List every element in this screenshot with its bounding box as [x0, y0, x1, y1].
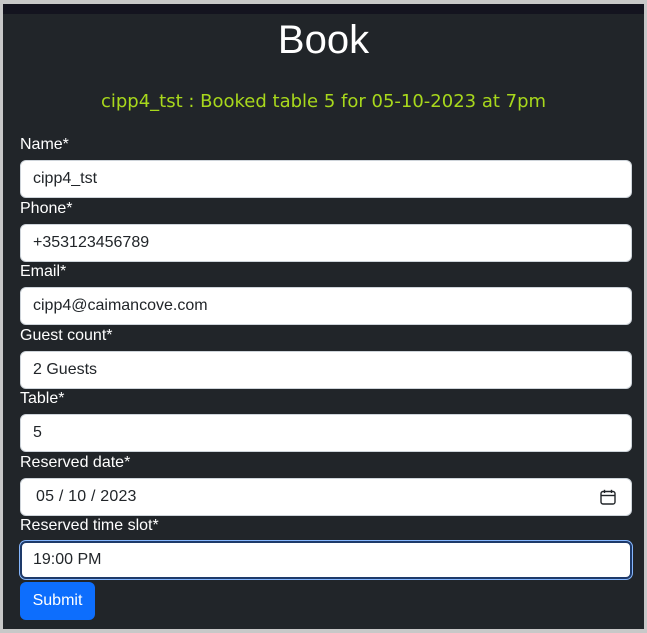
reserved-date-label: Reserved date* — [20, 454, 131, 471]
submit-button[interactable]: Submit — [20, 582, 95, 620]
guest-count-select[interactable]: 2 Guests — [20, 351, 632, 389]
name-input[interactable]: cipp4_tst — [20, 160, 632, 198]
booking-panel: Book cipp4_tst : Booked table 5 for 05-1… — [3, 4, 644, 629]
reserved-date-value: 05 / 10 / 2023 — [36, 488, 137, 505]
phone-label: Phone* — [20, 200, 73, 217]
reserved-time-group: Reserved time slot* 19:00 PM — [20, 516, 632, 580]
email-group: Email* cipp4@caimancove.com — [20, 262, 632, 326]
phone-input[interactable]: +353123456789 — [20, 224, 632, 262]
reserved-time-select[interactable]: 19:00 PM — [20, 541, 632, 579]
email-input[interactable]: cipp4@caimancove.com — [20, 287, 632, 325]
table-label: Table* — [20, 390, 65, 407]
page-title: Book — [277, 18, 370, 62]
reserved-date-group: Reserved date* 05 / 10 / 2023 — [20, 453, 632, 516]
name-label: Name* — [20, 136, 69, 153]
reserved-time-label: Reserved time slot* — [20, 517, 159, 534]
guest-count-label: Guest count* — [20, 327, 113, 344]
phone-group: Phone* +353123456789 — [20, 199, 632, 262]
table-input[interactable]: 5 — [20, 414, 632, 452]
table-group: Table* 5 — [20, 389, 632, 453]
reserved-date-input[interactable]: 05 / 10 / 2023 — [20, 478, 632, 516]
calendar-icon[interactable] — [600, 489, 616, 505]
booking-form: Name* cipp4_tst Phone* +353123456789 Ema… — [20, 135, 632, 620]
booking-status-message: cipp4_tst : Booked table 5 for 05-10-202… — [100, 91, 547, 112]
name-group: Name* cipp4_tst — [20, 135, 632, 199]
guest-count-group: Guest count* 2 Guests — [20, 326, 632, 389]
email-label: Email* — [20, 263, 67, 280]
top-bar — [3, 4, 644, 14]
